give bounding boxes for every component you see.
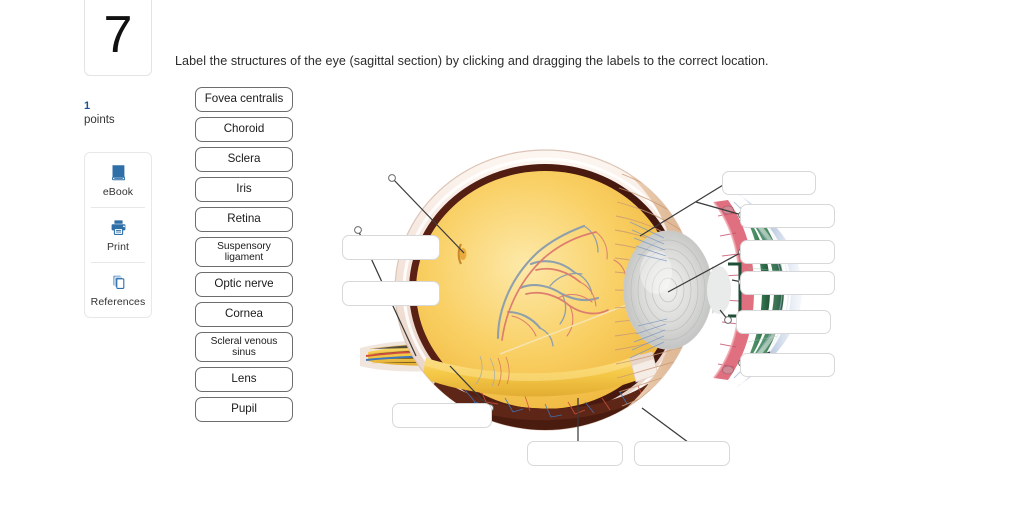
label-bank: Fovea centralis Choroid Sclera Iris Reti… (195, 87, 293, 427)
label-chip-cornea[interactable]: Cornea (195, 302, 293, 328)
pupil (707, 262, 742, 318)
print-button[interactable]: Print (85, 208, 151, 262)
points-block: 1 points (84, 99, 152, 128)
question-prompt: Label the structures of the eye (sagitta… (175, 54, 769, 68)
label-chip-text: Optic nerve (214, 277, 274, 291)
label-chip-text: Pupil (231, 402, 257, 416)
ebook-button[interactable]: eBook (85, 153, 151, 207)
label-chip-fovea-centralis[interactable]: Fovea centralis (195, 87, 293, 112)
drop-target-left-2[interactable] (342, 281, 440, 306)
label-chip-retina[interactable]: Retina (195, 207, 293, 232)
label-chip-suspensory-ligament[interactable]: Suspensory ligament (195, 237, 293, 268)
question-number: 7 (103, 5, 133, 64)
label-chip-text: Scleral venous sinus (210, 336, 278, 359)
label-chip-scleral-venous-sinus[interactable]: Scleral venous sinus (195, 332, 293, 363)
references-button[interactable]: References (85, 263, 151, 317)
label-chip-optic-nerve[interactable]: Optic nerve (195, 272, 293, 298)
assignment-question-page: 7 1 points eBook Print References Label … (0, 0, 1024, 505)
drop-target-right-2[interactable] (740, 204, 835, 228)
label-chip-iris[interactable]: Iris (195, 177, 293, 202)
label-chip-pupil[interactable]: Pupil (195, 397, 293, 423)
eye-sagittal-section-diagram (354, 149, 802, 458)
label-chip-lens[interactable]: Lens (195, 367, 293, 393)
label-chip-text: Retina (227, 212, 261, 226)
label-chip-text: Iris (236, 182, 252, 196)
lens (623, 230, 713, 350)
drop-target-right-5[interactable] (736, 310, 831, 334)
references-icon (109, 273, 128, 292)
label-chip-text: Lens (231, 372, 257, 386)
label-chip-text: Sclera (227, 152, 261, 166)
points-value: 1 (84, 100, 91, 112)
label-chip-text: Fovea centralis (204, 92, 284, 106)
label-chip-sclera[interactable]: Sclera (195, 147, 293, 172)
ebook-label: eBook (102, 186, 134, 198)
drop-target-right-3[interactable] (740, 240, 835, 264)
drop-target-bottom-3[interactable] (634, 441, 730, 466)
drop-target-left-1[interactable] (342, 235, 440, 260)
drop-target-right-6[interactable] (740, 353, 835, 377)
drop-target-bottom-1[interactable] (392, 403, 492, 428)
drop-target-bottom-2[interactable] (527, 441, 623, 466)
label-chip-choroid[interactable]: Choroid (195, 117, 293, 142)
drop-target-right-1[interactable] (722, 171, 816, 195)
printer-icon (109, 218, 128, 237)
references-label: References (90, 296, 146, 308)
label-chip-text: Suspensory ligament (217, 241, 271, 264)
tool-panel: eBook Print References (84, 152, 152, 318)
print-label: Print (106, 241, 130, 253)
label-chip-text: Choroid (223, 122, 265, 136)
book-icon (109, 163, 128, 182)
label-chip-text: Cornea (224, 307, 264, 321)
question-number-card: 7 (84, 0, 152, 76)
drop-target-right-4[interactable] (740, 271, 835, 295)
points-label: points (84, 114, 115, 126)
